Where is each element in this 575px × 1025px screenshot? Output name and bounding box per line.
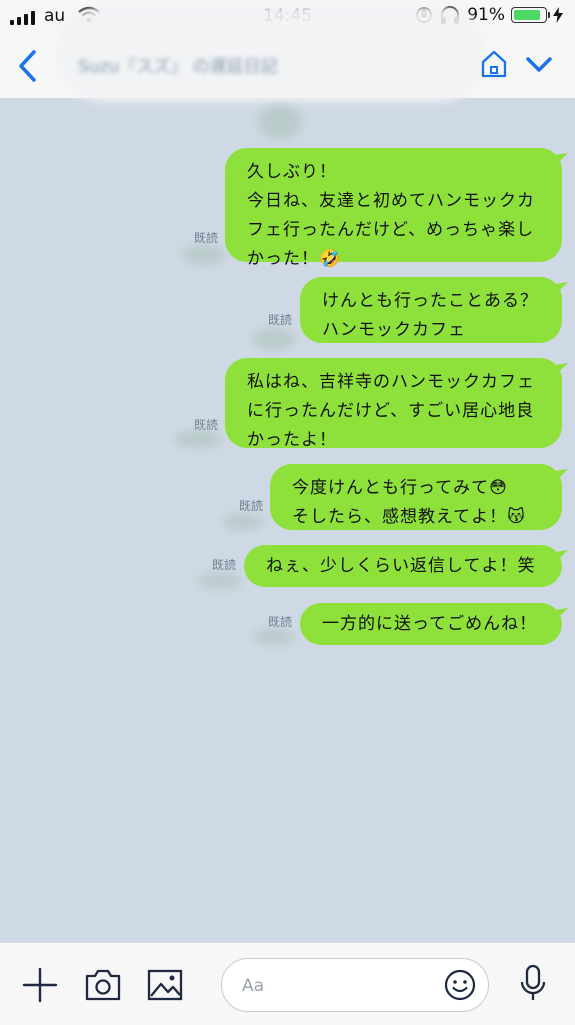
message-text: 久しぶり！ 今日ね、友達と初めてハンモックカ フェ行ったんだけど、めっちゃ楽し … xyxy=(247,162,535,269)
message-input-bar xyxy=(0,942,575,1025)
message-bubble[interactable]: けんとも行ったことある？ ハンモックカフェ xyxy=(300,277,562,343)
message-text-input[interactable] xyxy=(240,972,434,1000)
redaction-smudge xyxy=(258,105,302,139)
home-icon[interactable] xyxy=(479,48,509,80)
message-input[interactable] xyxy=(221,958,489,1012)
message-bubble[interactable]: ねぇ、少しくらい返信してよ！笑 xyxy=(244,545,562,587)
battery-icon xyxy=(511,7,550,23)
emoji-icon[interactable] xyxy=(444,969,476,1001)
read-receipt: 既読 xyxy=(193,231,218,245)
message-text: ねぇ、少しくらい返信してよ！笑 xyxy=(266,556,536,576)
message-bubble[interactable]: 久しぶり！ 今日ね、友達と初めてハンモックカ フェ行ったんだけど、めっちゃ楽し … xyxy=(225,148,562,269)
message-text: けんとも行ったことある？ ハンモックカフェ xyxy=(322,291,538,340)
message-text: 一方的に送ってごめんね！ xyxy=(322,614,538,634)
chat-title: Suzu『スズ』 の遅延日記 xyxy=(78,57,278,77)
charging-bolt-icon xyxy=(553,7,563,23)
image-icon[interactable] xyxy=(147,967,183,1003)
microphone-icon[interactable] xyxy=(518,963,548,1003)
message-bubble[interactable]: 今度けんとも行ってみて😳 そしたら、感想教えてよ！😽 xyxy=(270,464,562,530)
message-bubble[interactable]: 私はね、吉祥寺のハンモックカフェ に行ったんだけど、すごい居心地良 かったよ！ xyxy=(225,358,562,450)
chat-header: Suzu『スズ』 の遅延日記 xyxy=(0,6,575,102)
read-receipt: 既読 xyxy=(267,615,292,629)
message-bubble[interactable]: 一方的に送ってごめんね！ xyxy=(300,603,562,645)
read-receipt: 既読 xyxy=(211,558,236,572)
back-button[interactable] xyxy=(14,48,42,84)
chat-area[interactable]: 既読 久しぶり！ 今日ね、友達と初めてハンモックカ フェ行ったんだけど、めっちゃ… xyxy=(0,99,575,942)
battery-level xyxy=(514,10,541,20)
chevron-down-icon[interactable] xyxy=(523,50,555,78)
message-text: 今度けんとも行ってみて😳 そしたら、感想教えてよ！😽 xyxy=(292,478,526,527)
read-receipt: 既読 xyxy=(267,313,292,327)
camera-icon[interactable] xyxy=(84,967,122,1003)
message-text: 私はね、吉祥寺のハンモックカフェ に行ったんだけど、すごい居心地良 かったよ！ xyxy=(247,372,535,450)
plus-icon[interactable] xyxy=(22,967,58,1003)
read-receipt: 既読 xyxy=(238,499,263,513)
